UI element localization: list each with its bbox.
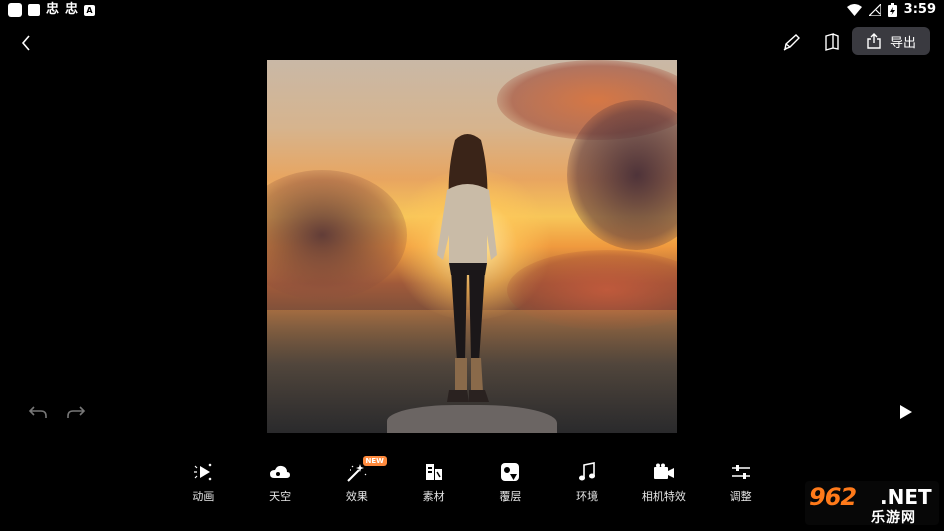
notification-square-icon — [28, 4, 40, 16]
export-button[interactable]: 导出 — [852, 27, 930, 55]
music-note-icon — [579, 462, 596, 481]
tool-label: 环境 — [576, 490, 599, 503]
status-bar-left: 忠 忠 A — [8, 2, 96, 17]
tool-overlay[interactable]: 覆层 — [472, 462, 549, 510]
woman-silhouette — [437, 134, 497, 402]
sliders-icon — [731, 465, 750, 479]
new-badge: NEW — [362, 456, 387, 466]
tool-effects[interactable]: NEW 效果 — [319, 456, 396, 510]
photo-canvas[interactable] — [267, 60, 677, 433]
app-notification-glyph: 忠 — [65, 2, 79, 17]
tool-materials[interactable]: 素材 — [395, 462, 472, 510]
a-badge-icon: A — [84, 4, 96, 16]
tool-label: 相机特效 — [641, 490, 686, 503]
status-bar-right: 3:59 — [846, 2, 936, 17]
redo-icon — [67, 406, 86, 418]
undo-button[interactable] — [28, 404, 48, 423]
watermark-number: 962 — [809, 483, 857, 511]
wifi-icon — [846, 3, 862, 16]
status-bar: 忠 忠 A 3:59 — [0, 0, 944, 22]
pen-button[interactable] — [780, 31, 802, 53]
watermark-suffix: .NET — [880, 485, 932, 509]
tool-adjust[interactable]: 调整 — [702, 462, 779, 510]
video-camera-icon — [653, 463, 674, 479]
book-button[interactable] — [821, 31, 843, 53]
pen-icon — [783, 34, 800, 51]
bottom-toolbar: 动画 天空 NEW 效果 素材 覆层 环境 相机特效 调整 — [165, 456, 779, 510]
tool-label: 覆层 — [499, 490, 522, 503]
no-signal-icon — [868, 3, 881, 16]
battery-charging-icon — [887, 2, 897, 17]
export-label: 导出 — [889, 35, 916, 51]
chevron-left-icon — [21, 35, 30, 51]
cloud-icon — [270, 465, 291, 478]
cloud — [267, 170, 407, 300]
play-icon — [900, 405, 912, 419]
tool-environment[interactable]: 环境 — [549, 462, 626, 510]
overlay-icon — [501, 463, 520, 481]
share-icon — [867, 33, 881, 49]
undo-icon — [28, 406, 47, 418]
play-button[interactable] — [899, 404, 913, 424]
redo-button[interactable] — [66, 404, 86, 423]
tool-animation[interactable]: 动画 — [165, 462, 242, 510]
tool-label: 效果 — [345, 490, 368, 503]
watermark-sub: 乐游网 — [871, 510, 916, 526]
app-notification-glyph: 忠 — [46, 2, 60, 17]
animation-icon — [194, 463, 212, 481]
back-button[interactable] — [16, 32, 36, 54]
tool-camera-effects[interactable]: 相机特效 — [626, 462, 703, 510]
tool-sky[interactable]: 天空 — [242, 462, 319, 510]
materials-icon — [425, 464, 442, 480]
book-icon — [825, 33, 839, 51]
tool-label: 动画 — [192, 490, 215, 503]
tool-label: 素材 — [422, 490, 445, 503]
tool-label: 天空 — [269, 490, 292, 503]
notification-square-icon — [8, 3, 22, 17]
status-time: 3:59 — [903, 2, 936, 17]
tool-label: 调整 — [729, 490, 752, 503]
site-watermark-logo: 962 .NET 乐游网 — [805, 481, 939, 526]
